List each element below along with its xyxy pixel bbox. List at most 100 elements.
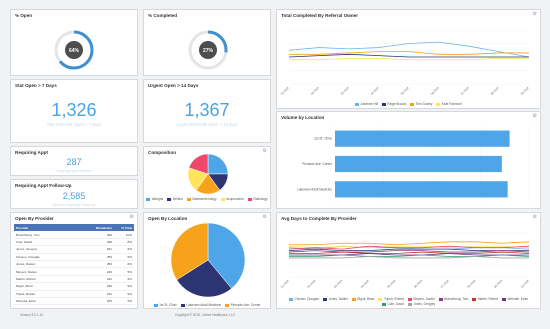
- table-row[interactable]: Martin, Robert 242 5%: [14, 276, 134, 284]
- gear-icon[interactable]: ⚙: [263, 215, 267, 220]
- legend-swatch: [407, 302, 412, 306]
- legend-item[interactable]: Jones, Daniel: [322, 297, 348, 301]
- series-line[interactable]: [289, 256, 529, 259]
- legend-item[interactable]: Meyers, Daniel: [407, 297, 435, 301]
- legend-item[interactable]: Cole, David: [381, 302, 404, 306]
- x-tick-label: 05-2018: [400, 86, 410, 96]
- cell-provider: Jones, Daniel: [16, 262, 35, 267]
- legend-label: Kate Fairmont: [441, 102, 462, 106]
- legend-item[interactable]: Pinnacle Ave. Center: [225, 303, 260, 307]
- bar[interactable]: [335, 155, 502, 173]
- legend-swatch: [153, 303, 158, 307]
- table-row[interactable]: Cole, David 348 8%: [14, 239, 134, 247]
- legend-label: Meyers, Daniel: [413, 297, 435, 301]
- legend-item[interactable]: Martin, Robert: [472, 297, 498, 301]
- table-row[interactable]: Branchburg, Tom 469 10%: [14, 231, 134, 239]
- gear-icon[interactable]: ⚙: [130, 215, 134, 220]
- legend-item[interactable]: Lakeview Adult Medicine: [180, 303, 221, 307]
- legend-item[interactable]: Paige Brooks: [381, 102, 407, 106]
- pie-slice[interactable]: [207, 153, 229, 175]
- table-row[interactable]: Jones, Gregory 291 6%: [14, 246, 134, 254]
- series-line[interactable]: [288, 250, 530, 253]
- x-tick-label: 07-2018: [440, 279, 450, 289]
- y-tick-label: 1st St. Clinic: [314, 137, 332, 141]
- legend-swatch: [288, 297, 293, 301]
- panel-volume-by-location: Volume by Location ⚙ 1st St. Clinic Pinna…: [276, 111, 541, 209]
- legend-item[interactable]: Dentist: [167, 197, 183, 201]
- panel-open-by-provider: Open By Provider ⚙ Provider Remainder % …: [10, 212, 138, 309]
- legend-item[interactable]: Rigoli, Brian: [351, 297, 374, 301]
- series-line[interactable]: [289, 241, 530, 246]
- legend-label: Radiology: [253, 197, 268, 201]
- legend-swatch: [436, 102, 441, 106]
- cell-provider: Weindel, Evan: [16, 299, 36, 304]
- legend-item[interactable]: Chosen, Douglas: [288, 297, 319, 301]
- legend-item[interactable]: Erin Gozley: [410, 102, 432, 106]
- legend-swatch: [407, 297, 412, 301]
- x-tick-label: 08-2018: [466, 279, 476, 289]
- legend-swatch: [502, 297, 507, 301]
- legend-label: Cole, David: [387, 302, 404, 306]
- table-row[interactable]: Weindel, Evan 225 5%: [14, 298, 134, 306]
- cell-remainder: 231: [106, 291, 112, 296]
- legend-swatch: [322, 297, 327, 301]
- legend-item[interactable]: Gastroenterology: [186, 197, 217, 201]
- table-row[interactable]: Chosen, Douglas 259 6%: [14, 254, 134, 261]
- open-by-location-pie: [170, 222, 246, 298]
- y-tick-label: Pinnacle Ave. Center: [302, 162, 333, 166]
- panel-total-completed: Total Completed By Referral Owner ⚙ 01-2…: [276, 9, 541, 109]
- legend-item[interactable]: Branchburg, Tom: [438, 297, 469, 301]
- legend-swatch: [225, 303, 230, 307]
- cell-total-value: 4,672: [104, 306, 112, 309]
- cell-pct: 5%: [127, 284, 132, 289]
- legend-swatch: [247, 197, 252, 201]
- x-tick-label: 09-2018: [493, 279, 503, 289]
- provider-table: Provider Remainder % Total Branchburg, T…: [14, 224, 134, 309]
- panel-open-by-location: Open By Location ⚙ 1st St. Clinic Lakevie…: [143, 212, 271, 309]
- legend-item[interactable]: Weindel, Evan: [502, 297, 528, 301]
- table-row[interactable]: Tripoli, Robert 231 5%: [14, 291, 134, 298]
- series-line[interactable]: [289, 51, 529, 55]
- series-line[interactable]: [289, 251, 530, 254]
- cell-remainder: 259: [106, 254, 112, 259]
- cell-provider: Branchburg, Tom: [16, 232, 40, 237]
- legend-item[interactable]: 1st St. Clinic: [153, 303, 177, 307]
- gear-icon[interactable]: ⚙: [533, 114, 537, 119]
- table-row[interactable]: Rigoli, Brian 236 5%: [14, 283, 134, 291]
- col-header-provider[interactable]: Provider: [14, 226, 84, 230]
- legend-item[interactable]: Acupuncture: [220, 197, 244, 201]
- legend-item[interactable]: Kate Fairmont: [436, 102, 462, 106]
- x-tick-label: 06-2018: [413, 279, 423, 289]
- series-line[interactable]: [289, 57, 529, 61]
- legend-item[interactable]: Allergist: [146, 197, 163, 201]
- table-row[interactable]: Jones, Daniel 253 6%: [14, 261, 134, 269]
- composition-legend: Allergist Dentist Gastroenterology Acupunct…: [144, 197, 270, 201]
- legend-label: Jones, Gregory: [413, 302, 436, 306]
- legend-item[interactable]: Radiology: [247, 197, 268, 201]
- cell-remainder: 236: [106, 284, 112, 289]
- stat-open-value: 1,326: [51, 100, 97, 120]
- legend-item[interactable]: Jasmine Hill: [355, 102, 378, 106]
- col-header-remainder[interactable]: Remainder: [84, 226, 112, 230]
- table-row[interactable]: Meyers, Daniel 245 5%: [14, 268, 134, 276]
- legend-swatch: [355, 102, 360, 106]
- x-tick-label: 06-2018: [430, 86, 440, 96]
- x-tick-label: 05-2018: [386, 279, 396, 289]
- legend-item[interactable]: Tripoli, Robert: [378, 297, 404, 301]
- panel-title: Urgent Open > 14 Days: [148, 83, 199, 88]
- series-line[interactable]: [288, 53, 529, 58]
- x-tick-label: 07-2018: [460, 86, 470, 96]
- cell-provider: Tripoli, Robert: [16, 291, 36, 296]
- legend-label: Paige Brooks: [387, 102, 407, 106]
- legend-item[interactable]: Jones, Gregory: [407, 302, 436, 306]
- series-line[interactable]: [288, 41, 530, 58]
- legend-swatch: [186, 197, 191, 201]
- bar[interactable]: [335, 130, 510, 147]
- cell-remainder: 348: [106, 239, 112, 244]
- col-header-pct[interactable]: % Total: [112, 226, 134, 230]
- cell-pct: 5%: [127, 269, 132, 274]
- legend-label: Branchburg, Tom: [444, 297, 469, 301]
- series-line[interactable]: [289, 253, 529, 256]
- bar[interactable]: [335, 181, 508, 198]
- legend-label: Tripoli, Robert: [383, 297, 404, 301]
